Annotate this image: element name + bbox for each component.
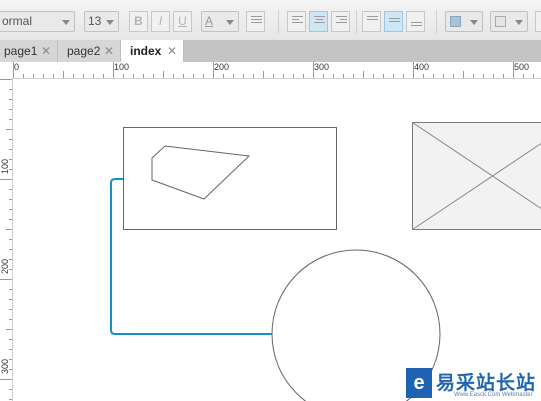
more-button[interactable]: [535, 11, 541, 32]
chevron-down-icon: [515, 20, 523, 25]
close-icon[interactable]: ✕: [104, 40, 114, 62]
toolbar-divider: [356, 10, 357, 33]
watermark: e 易采站长站 Www.Easck.Com Webmaster: [406, 368, 541, 401]
font-size-value: 13: [88, 14, 102, 28]
ruler-label: 100: [0, 158, 10, 174]
horizontal-ruler: 0 100 200 300 400 500: [0, 62, 541, 79]
toolbar-divider: [436, 10, 437, 33]
watermark-text: 易采站长站: [436, 373, 537, 394]
ruler-label: 300: [314, 62, 330, 72]
tab-index[interactable]: index ✕: [121, 40, 184, 62]
watermark-logo-icon: e: [406, 368, 432, 398]
align-left-icon: [292, 16, 303, 25]
tab-label: page2: [67, 44, 101, 58]
border-style-button[interactable]: [490, 11, 528, 32]
tab-label: index: [130, 44, 162, 58]
align-middle-button[interactable]: [384, 11, 403, 32]
tab-label: page1: [4, 44, 38, 58]
bold-button[interactable]: B: [129, 11, 148, 32]
chevron-down-icon: [226, 20, 234, 25]
ruler-label: 100: [114, 62, 130, 72]
font-size-select[interactable]: 13: [84, 11, 119, 32]
align-center-icon: [314, 16, 325, 25]
align-top-icon: [367, 16, 378, 22]
align-middle-icon: [389, 18, 400, 24]
vertical-ruler: 100 200 300: [0, 78, 13, 401]
ruler-label: 200: [214, 62, 230, 72]
border-style-icon: [495, 16, 506, 27]
align-bottom-icon: [411, 22, 422, 28]
align-right-icon: [336, 16, 347, 25]
tab-page1[interactable]: page1 ✕: [0, 40, 58, 62]
image-placeholder[interactable]: [412, 122, 541, 230]
tab-bar: page1 ✕ page2 ✕ index ✕: [0, 40, 541, 62]
align-right-button[interactable]: [331, 11, 350, 32]
close-icon[interactable]: ✕: [41, 40, 51, 62]
style-select-value: ormal: [2, 14, 33, 28]
toolbar-divider: [278, 10, 279, 33]
align-top-button[interactable]: [362, 11, 381, 32]
fill-color-button[interactable]: [445, 11, 483, 32]
align-bottom-button[interactable]: [406, 11, 425, 32]
ruler-label: 200: [0, 258, 10, 274]
chevron-down-icon: [106, 20, 114, 25]
align-center-button[interactable]: [309, 11, 328, 32]
bullet-list-icon: [251, 16, 262, 25]
close-icon[interactable]: ✕: [167, 40, 177, 62]
align-left-button[interactable]: [287, 11, 306, 32]
ruler-label: 400: [414, 62, 430, 72]
fill-color-icon: [450, 16, 461, 27]
ruler-ticks: [13, 62, 534, 78]
chevron-down-icon: [62, 20, 70, 25]
watermark-subtext: Www.Easck.Com Webmaster: [454, 392, 533, 398]
font-color-button[interactable]: A: [201, 11, 239, 32]
style-select[interactable]: ormal: [0, 11, 75, 32]
font-color-icon: A: [205, 14, 214, 28]
chevron-down-icon: [470, 20, 478, 25]
ruler-ticks: [0, 79, 12, 400]
ruler-label: 500: [514, 62, 530, 72]
underline-button[interactable]: U: [173, 11, 192, 32]
bullet-list-button[interactable]: [246, 11, 265, 32]
ruler-label: 300: [0, 358, 10, 374]
italic-button[interactable]: I: [151, 11, 170, 32]
ruler-label: 0: [14, 62, 20, 72]
toolbar: ormal 13 B I U A: [0, 0, 541, 41]
tab-page2[interactable]: page2 ✕: [58, 40, 121, 62]
